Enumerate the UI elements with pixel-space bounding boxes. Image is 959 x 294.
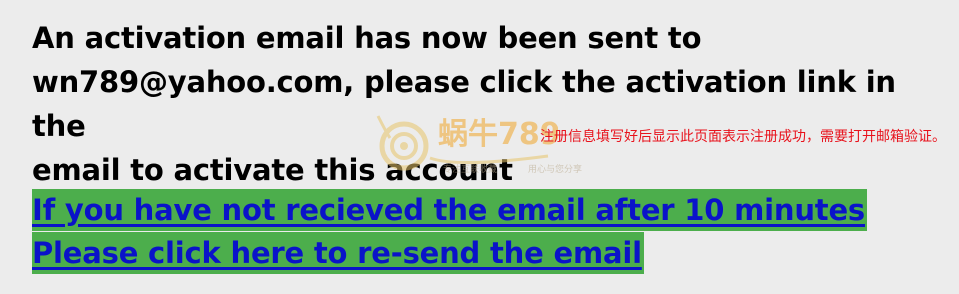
watermark-tagline-2: 用心与您分享: [528, 165, 583, 175]
resend-email-link-line-2[interactable]: Please click here to re-send the email: [32, 232, 644, 274]
annotation-note: 注册信息填写好后显示此页面表示注册成功，需要打开邮箱验证。: [540, 129, 946, 145]
snail-watermark-logo: 蜗牛789 专注互联收藏 用心与您分享: [368, 108, 582, 178]
watermark-tagline-1: 专注互联收藏: [443, 165, 498, 175]
activation-message-line-1: An activation email has now been sent to: [32, 21, 702, 55]
resend-email-link-line-1[interactable]: If you have not recieved the email after…: [32, 189, 867, 231]
